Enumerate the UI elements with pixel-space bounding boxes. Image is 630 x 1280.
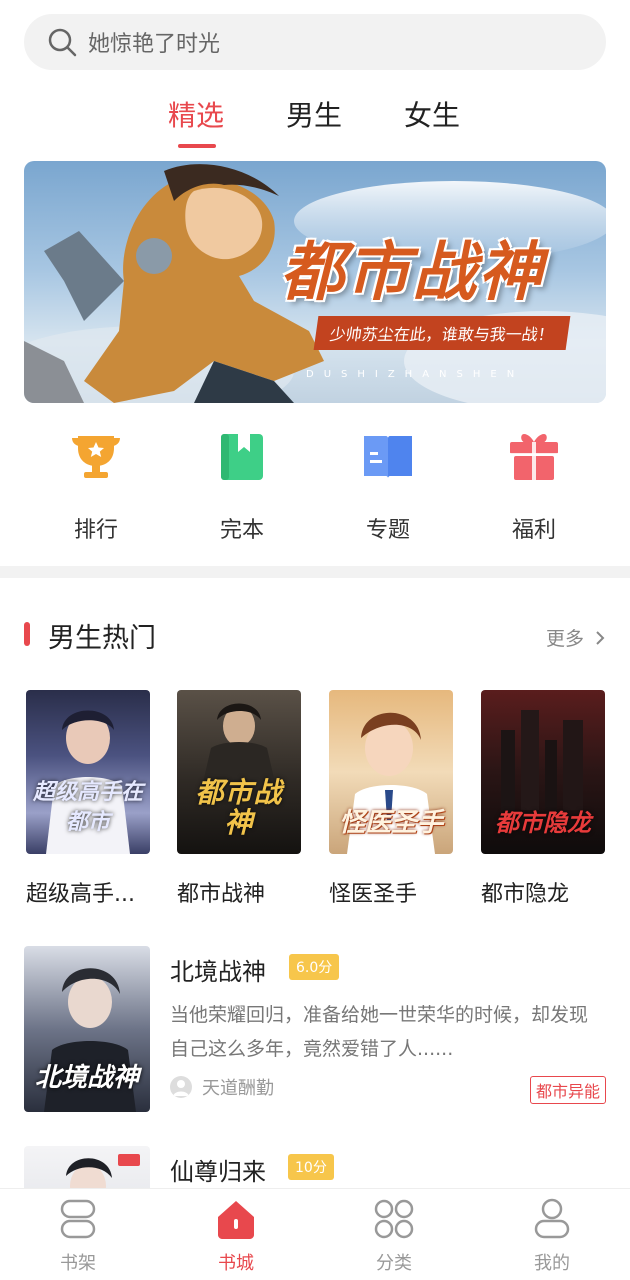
author-row: 天道酬勤 bbox=[170, 1074, 274, 1100]
quick-label-rank: 排行 bbox=[73, 518, 118, 543]
bookshelf-icon bbox=[60, 1199, 96, 1239]
banner-subtitle: 少帅苏尘在此，谁敢与我一战！ bbox=[313, 316, 571, 350]
category-icon bbox=[374, 1199, 414, 1239]
book-title: 仙尊归来 bbox=[170, 1158, 266, 1186]
nav-bookshelf[interactable]: 书架 bbox=[28, 1197, 128, 1275]
home-icon bbox=[218, 1201, 254, 1239]
section-header: 男生热门 更多 bbox=[24, 616, 606, 656]
book-cover: 超级高手在都市 bbox=[26, 690, 150, 854]
tab-underline bbox=[178, 144, 216, 148]
tab-featured[interactable]: 精选 bbox=[168, 94, 224, 134]
search-bar[interactable]: 她惊艳了时光 bbox=[24, 14, 606, 70]
trophy-icon bbox=[72, 436, 120, 478]
bookmark-book-icon bbox=[221, 434, 263, 480]
book-title: 都市隐龙 bbox=[481, 882, 570, 907]
score-badge: 6.0分 bbox=[289, 954, 340, 980]
quick-label-welfare: 福利 bbox=[511, 518, 556, 543]
more-label: 更多 bbox=[545, 628, 584, 650]
book-description: 当他荣耀回归，准备给她一世荣华的时候，却发现自己这么多年，竟然爱错了人.....… bbox=[170, 1004, 589, 1060]
book-card[interactable]: 超级高手在都市 超级高手... bbox=[26, 690, 150, 908]
tab-male[interactable]: 男生 bbox=[286, 94, 342, 134]
section-divider bbox=[0, 566, 630, 578]
book-title: 怪医圣手 bbox=[329, 882, 418, 907]
author-name: 天道酬勤 bbox=[202, 1078, 274, 1099]
quick-item-finished[interactable]: 完本 bbox=[182, 424, 302, 544]
book-cover-text: 北境战神 bbox=[34, 1063, 139, 1093]
book-cover-text: 都市隐龙 bbox=[495, 809, 591, 837]
quick-item-welfare[interactable]: 福利 bbox=[474, 424, 594, 544]
promo-banner[interactable]: 都市战神 少帅苏尘在此，谁敢与我一战！ DUSHIZHANSHEN bbox=[24, 161, 606, 403]
book-cover: 都市战神 bbox=[177, 690, 301, 854]
quick-label-topic: 专题 bbox=[365, 518, 410, 543]
banner-pinyin: DUSHIZHANSHEN bbox=[306, 369, 525, 380]
nav-label: 分类 bbox=[376, 1253, 412, 1274]
book-cover: 北境战神 bbox=[24, 946, 150, 1112]
book-card[interactable]: 怪医圣手 怪医圣手 bbox=[329, 690, 453, 908]
tab-female[interactable]: 女生 bbox=[404, 94, 460, 134]
quick-item-topic[interactable]: 专题 bbox=[328, 424, 448, 544]
list-item[interactable]: 北境战神 北境战神 6.0分 当他荣耀回归，准备给她一世荣华的时候，却发现自己这… bbox=[24, 946, 606, 1116]
book-card[interactable]: 都市战神 都市战神 bbox=[177, 690, 301, 908]
nav-label: 书城 bbox=[218, 1253, 254, 1274]
nav-category[interactable]: 分类 bbox=[344, 1197, 444, 1275]
section-title: 男生热门 bbox=[48, 623, 156, 654]
search-icon bbox=[48, 28, 77, 57]
genre-tag: 都市异能 bbox=[529, 1076, 606, 1104]
book-title: 都市战神 bbox=[177, 882, 266, 907]
book-title: 超级高手... bbox=[26, 882, 135, 907]
profile-icon bbox=[534, 1198, 570, 1239]
gift-icon bbox=[510, 434, 558, 480]
more-link[interactable]: 更多 bbox=[546, 624, 606, 651]
book-title: 北境战神 bbox=[170, 958, 266, 986]
hot-books-grid: 超级高手在都市 超级高手... 都市战神 都市战神 怪医圣手 怪医圣手 都市隐龙… bbox=[0, 690, 630, 907]
nav-label: 我的 bbox=[534, 1253, 570, 1274]
search-placeholder: 她惊艳了时光 bbox=[88, 32, 221, 57]
open-book-icon bbox=[364, 436, 412, 478]
score-badge: 10分 bbox=[288, 1154, 334, 1180]
book-card[interactable]: 都市隐龙 都市隐龙 bbox=[481, 690, 605, 908]
channel-tabs: 精选 男生 女生 bbox=[0, 94, 630, 154]
quick-label-finished: 完本 bbox=[219, 518, 264, 543]
quick-item-rank[interactable]: 排行 bbox=[36, 424, 156, 544]
book-cover: 都市隐龙 bbox=[481, 690, 605, 854]
nav-store[interactable]: 书城 bbox=[186, 1197, 286, 1275]
book-cover: 怪医圣手 bbox=[329, 690, 453, 854]
banner-title: 都市战神 bbox=[280, 236, 544, 310]
book-cover-text: 怪医圣手 bbox=[338, 808, 443, 838]
book-cover-text: 超级高手在都市 bbox=[32, 780, 143, 835]
book-cover bbox=[24, 1146, 150, 1188]
section-accent-bar bbox=[24, 622, 30, 646]
list-item[interactable]: 仙尊归来 10分 bbox=[24, 1146, 606, 1188]
book-cover-text: 都市战神 bbox=[195, 776, 283, 839]
nav-label: 书架 bbox=[60, 1253, 96, 1274]
bottom-nav: 书架 书城 分类 我的 bbox=[0, 1188, 630, 1280]
quick-entries: 排行 完本 专题 福利 bbox=[0, 424, 630, 544]
avatar bbox=[170, 1076, 192, 1098]
nav-profile[interactable]: 我的 bbox=[502, 1197, 602, 1275]
chevron-right-icon bbox=[596, 631, 605, 645]
